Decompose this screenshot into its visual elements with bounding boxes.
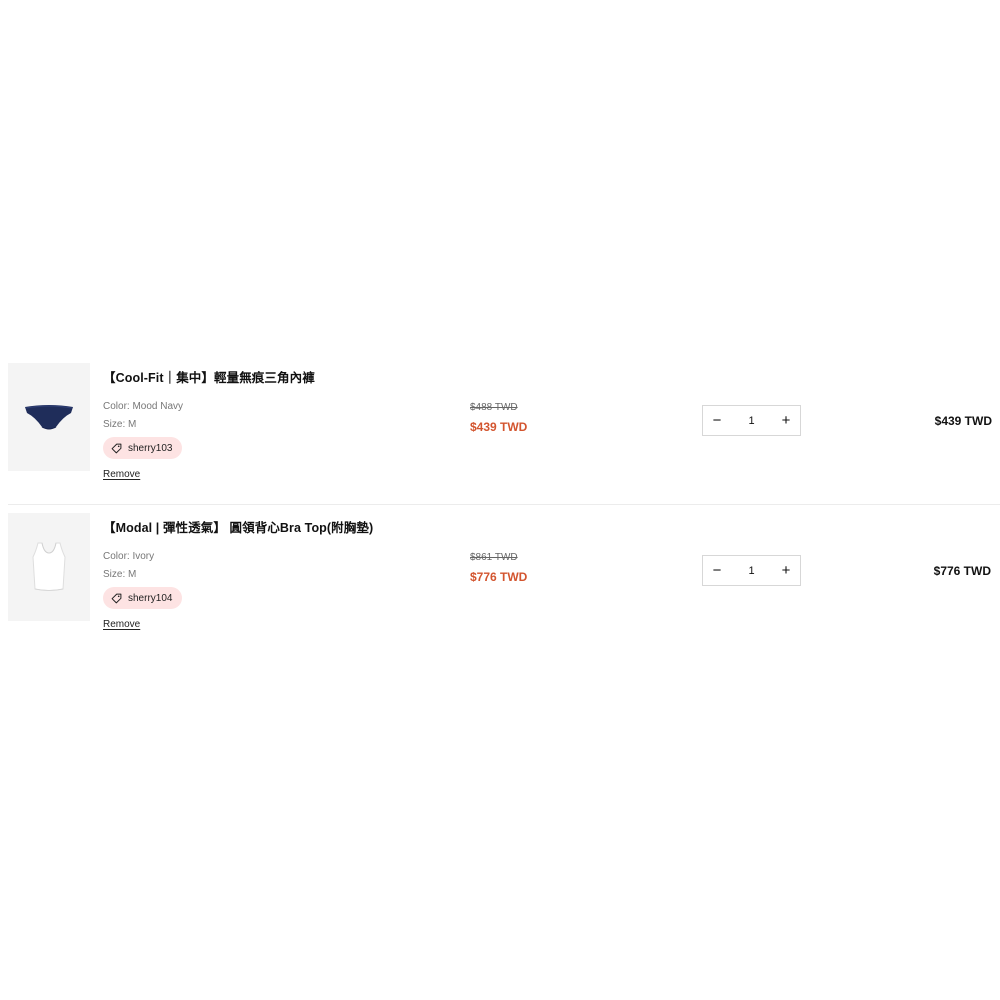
- line-total: $776 TWD: [933, 564, 991, 578]
- quantity-stepper: − 1 +: [702, 555, 801, 586]
- product-image-ivory-crop-top[interactable]: [8, 513, 90, 621]
- quantity-stepper: − 1 +: [702, 405, 801, 436]
- discount-code: sherry103: [128, 442, 173, 454]
- discount-tag: sherry104: [103, 587, 183, 609]
- product-color: Color: Ivory: [103, 551, 155, 562]
- sale-price: $439 TWD: [470, 420, 528, 434]
- product-title[interactable]: 【Cool-Fit｜集中】輕量無痕三角內褲: [103, 367, 443, 386]
- discount-code: sherry104: [128, 592, 173, 604]
- product-title[interactable]: 【Modal | 彈性透氣】 圓領背心Bra Top(附胸墊): [103, 517, 443, 536]
- tag-icon: [111, 593, 122, 603]
- remove-button[interactable]: Remove: [103, 469, 140, 480]
- product-color: Color: Mood Navy: [103, 401, 184, 412]
- cart-item: 【Cool-Fit｜集中】輕量無痕三角內褲 Color: Mood Navy S…: [8, 363, 1000, 505]
- discount-tag: sherry103: [103, 437, 183, 459]
- quantity-decrease-button[interactable]: −: [703, 406, 731, 435]
- quantity-decrease-button[interactable]: −: [703, 556, 731, 585]
- ivory-crop-top-icon: [32, 542, 66, 591]
- remove-button[interactable]: Remove: [103, 619, 140, 630]
- line-total: $439 TWD: [934, 414, 992, 428]
- cart-item: 【Modal | 彈性透氣】 圓領背心Bra Top(附胸墊) Color: I…: [8, 505, 1000, 655]
- navy-brief-icon: [25, 405, 73, 430]
- unit-price: $861 TWD $776 TWD: [470, 552, 527, 584]
- quantity-value[interactable]: 1: [737, 415, 767, 427]
- quantity-value[interactable]: 1: [737, 565, 767, 577]
- original-price: $488 TWD: [470, 402, 518, 413]
- quantity-increase-button[interactable]: +: [772, 556, 800, 585]
- quantity-increase-button[interactable]: +: [772, 406, 800, 435]
- product-details: 【Modal | 彈性透氣】 圓領背心Bra Top(附胸墊) Color: I…: [103, 517, 443, 632]
- product-size: Size: M: [103, 569, 137, 580]
- cart-items-list: 【Cool-Fit｜集中】輕量無痕三角內褲 Color: Mood Navy S…: [8, 363, 1000, 655]
- tag-icon: [111, 443, 122, 453]
- product-size: Size: M: [103, 419, 137, 430]
- product-details: 【Cool-Fit｜集中】輕量無痕三角內褲 Color: Mood Navy S…: [103, 367, 443, 482]
- product-image-navy-brief[interactable]: [8, 363, 90, 471]
- sale-price: $776 TWD: [470, 570, 528, 584]
- original-price: $861 TWD: [470, 552, 518, 563]
- unit-price: $488 TWD $439 TWD: [470, 402, 527, 434]
